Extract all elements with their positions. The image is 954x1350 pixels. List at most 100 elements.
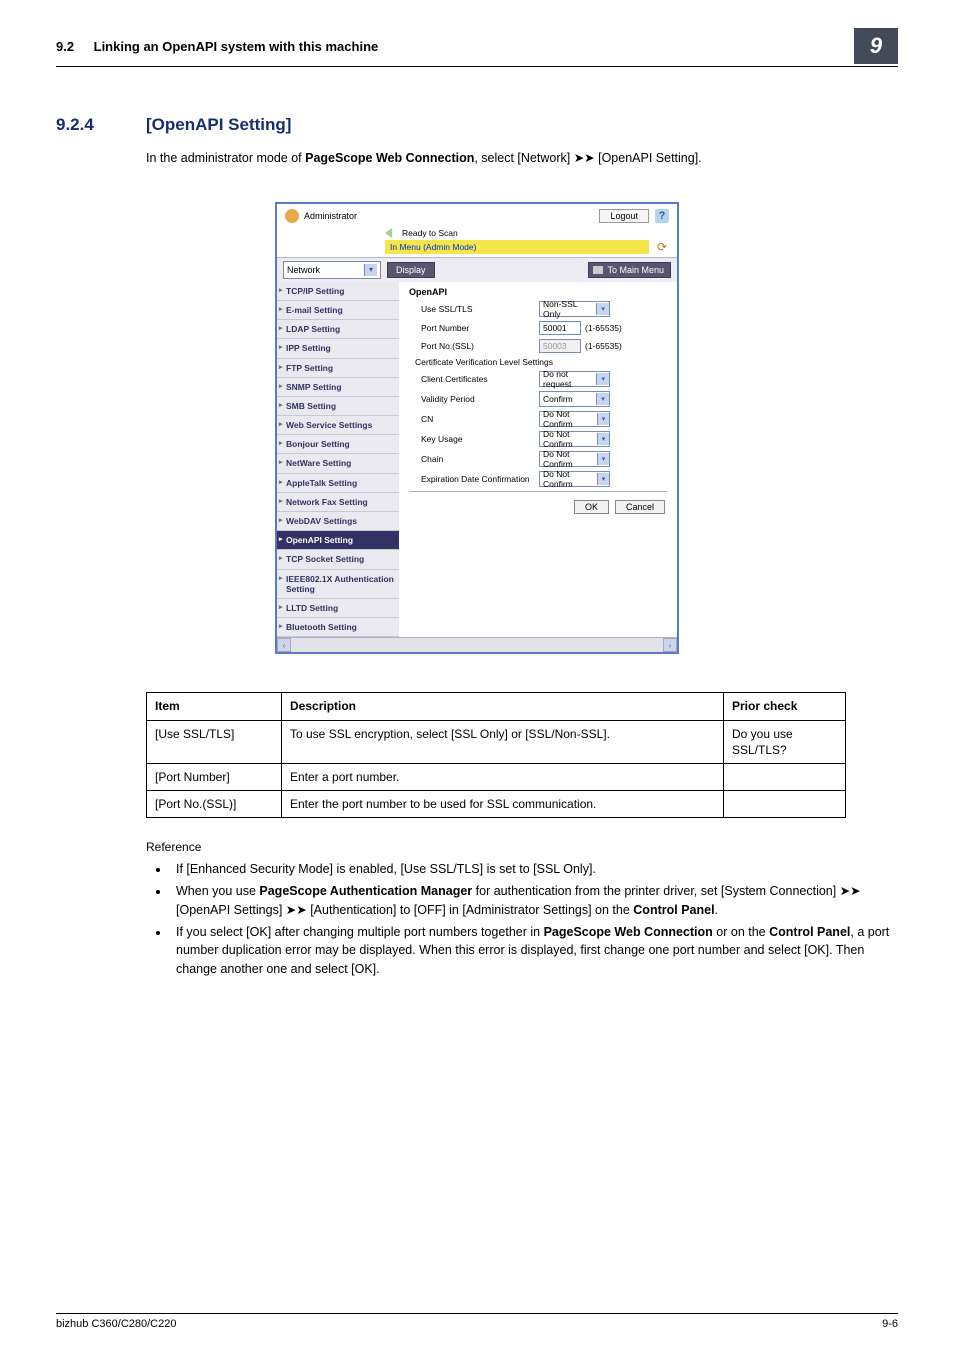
page-footer: bizhub C360/C280/C220 9-6 [56, 1313, 898, 1330]
port-ssl-range: (1-65535) [585, 341, 622, 351]
chevron-down-icon: ▾ [596, 373, 609, 385]
client-cert-select[interactable]: Do not request ▾ [539, 371, 610, 387]
screenshot: Administrator Logout ? Ready to Scan In … [275, 202, 679, 655]
cell-item: [Use SSL/TLS] [147, 720, 282, 763]
list-item: If you select [OK] after changing multip… [170, 923, 898, 979]
sidebar-item[interactable]: OpenAPI Setting [277, 531, 399, 550]
chain-select[interactable]: Do Not Confirm ▾ [539, 451, 610, 467]
key-usage-label: Key Usage [421, 434, 539, 444]
scroll-right-icon[interactable]: › [663, 638, 677, 652]
cell-prior [724, 791, 846, 818]
admin-label: Administrator [304, 211, 357, 221]
logout-button[interactable]: Logout [599, 209, 649, 223]
th-desc: Description [282, 693, 724, 720]
chevron-down-icon: ▾ [596, 393, 609, 405]
cn-select[interactable]: Do Not Confirm ▾ [539, 411, 610, 427]
spec-table: Item Description Prior check [Use SSL/TL… [146, 692, 846, 818]
display-button[interactable]: Display [387, 262, 435, 278]
chevron-down-icon: ▾ [597, 433, 609, 445]
port-number-input[interactable]: 50001 [539, 321, 581, 335]
cell-prior: Do you use SSL/TLS? [724, 720, 846, 763]
refresh-icon[interactable]: ⟳ [655, 240, 669, 254]
content-panel: OpenAPI Use SSL/TLS Non-SSL Only ▾ Port … [399, 282, 677, 638]
status-icon [385, 228, 397, 238]
horizontal-scrollbar[interactable]: ‹ › [277, 637, 677, 652]
table-row: [Port Number]Enter a port number. [147, 763, 846, 790]
sidebar-item[interactable]: WebDAV Settings [277, 512, 399, 531]
footer-model: bizhub C360/C280/C220 [56, 1318, 882, 1330]
sidebar-item[interactable]: Bonjour Setting [277, 435, 399, 454]
sidebar-item[interactable]: Bluetooth Setting [277, 618, 399, 637]
sidebar-item[interactable]: NetWare Setting [277, 454, 399, 473]
cell-desc: Enter a port number. [282, 763, 724, 790]
scroll-left-icon[interactable]: ‹ [277, 638, 291, 652]
section-number: 9.2.4 [56, 115, 146, 135]
th-prior: Prior check [724, 693, 846, 720]
expiry-select[interactable]: Do Not Confirm ▾ [539, 471, 610, 487]
sidebar-item[interactable]: E-mail Setting [277, 301, 399, 320]
to-main-menu-button[interactable]: To Main Menu [588, 262, 671, 278]
use-ssl-label: Use SSL/TLS [421, 304, 539, 314]
page-header: 9.2 Linking an OpenAPI system with this … [56, 28, 898, 67]
cancel-button[interactable]: Cancel [615, 500, 665, 514]
sidebar-item[interactable]: FTP Setting [277, 359, 399, 378]
cell-item: [Port No.(SSL)] [147, 791, 282, 818]
header-section-ref: 9.2 [56, 39, 90, 54]
sidebar: TCP/IP SettingE-mail SettingLDAP Setting… [277, 282, 399, 638]
cert-level-header: Certificate Verification Level Settings [405, 355, 671, 369]
sidebar-item[interactable]: LLTD Setting [277, 599, 399, 618]
reference-list: If [Enhanced Security Mode] is enabled, … [146, 860, 898, 979]
status-text: Ready to Scan [402, 228, 458, 238]
nav-category-select[interactable]: Network ▾ [283, 261, 381, 279]
list-item: If [Enhanced Security Mode] is enabled, … [170, 860, 898, 879]
table-row: [Port No.(SSL)]Enter the port number to … [147, 791, 846, 818]
sidebar-item[interactable]: Network Fax Setting [277, 493, 399, 512]
expiry-label: Expiration Date Confirmation [421, 474, 539, 484]
port-ssl-input: 50003 [539, 339, 581, 353]
chain-label: Chain [421, 454, 539, 464]
validity-label: Validity Period [421, 394, 539, 404]
sidebar-item[interactable]: SNMP Setting [277, 378, 399, 397]
th-item: Item [147, 693, 282, 720]
cell-desc: Enter the port number to be used for SSL… [282, 791, 724, 818]
table-row: [Use SSL/TLS]To use SSL encryption, sele… [147, 720, 846, 763]
header-section-label: Linking an OpenAPI system with this mach… [94, 39, 379, 54]
chevron-down-icon: ▾ [364, 264, 377, 276]
sidebar-item[interactable]: TCP/IP Setting [277, 282, 399, 301]
sidebar-item[interactable]: Web Service Settings [277, 416, 399, 435]
list-item: When you use PageScope Authentication Ma… [170, 882, 898, 920]
use-ssl-select[interactable]: Non-SSL Only ▾ [539, 301, 610, 317]
chevron-down-icon: ▾ [597, 473, 609, 485]
reference-heading: Reference [146, 840, 898, 854]
port-number-range: (1-65535) [585, 323, 622, 333]
key-usage-select[interactable]: Do Not Confirm ▾ [539, 431, 610, 447]
divider [409, 491, 667, 492]
cn-label: CN [421, 414, 539, 424]
validity-select[interactable]: Confirm ▾ [539, 391, 610, 407]
chapter-badge: 9 [854, 28, 898, 64]
sidebar-item[interactable]: IPP Setting [277, 339, 399, 358]
intro-paragraph: In the administrator mode of PageScope W… [146, 149, 898, 168]
client-cert-label: Client Certificates [421, 374, 539, 384]
sidebar-item[interactable]: LDAP Setting [277, 320, 399, 339]
sidebar-item[interactable]: SMB Setting [277, 397, 399, 416]
help-icon[interactable]: ? [655, 209, 669, 223]
chevron-down-icon: ▾ [597, 413, 609, 425]
cell-item: [Port Number] [147, 763, 282, 790]
ok-button[interactable]: OK [574, 500, 609, 514]
port-number-label: Port Number [421, 323, 539, 333]
footer-page-number: 9-6 [882, 1318, 898, 1330]
port-ssl-label: Port No.(SSL) [421, 341, 539, 351]
chevron-down-icon: ▾ [597, 453, 609, 465]
mode-bar: In Menu (Admin Mode) [385, 240, 649, 254]
cell-prior [724, 763, 846, 790]
admin-icon [285, 209, 299, 223]
sidebar-item[interactable]: IEEE802.1X Authentication Setting [277, 570, 399, 599]
chevron-down-icon: ▾ [596, 303, 609, 315]
section-title: [OpenAPI Setting] [146, 115, 291, 135]
main-menu-icon [593, 266, 603, 274]
panel-title: OpenAPI [405, 285, 671, 299]
sidebar-item[interactable]: AppleTalk Setting [277, 474, 399, 493]
sidebar-item[interactable]: TCP Socket Setting [277, 550, 399, 569]
cell-desc: To use SSL encryption, select [SSL Only]… [282, 720, 724, 763]
